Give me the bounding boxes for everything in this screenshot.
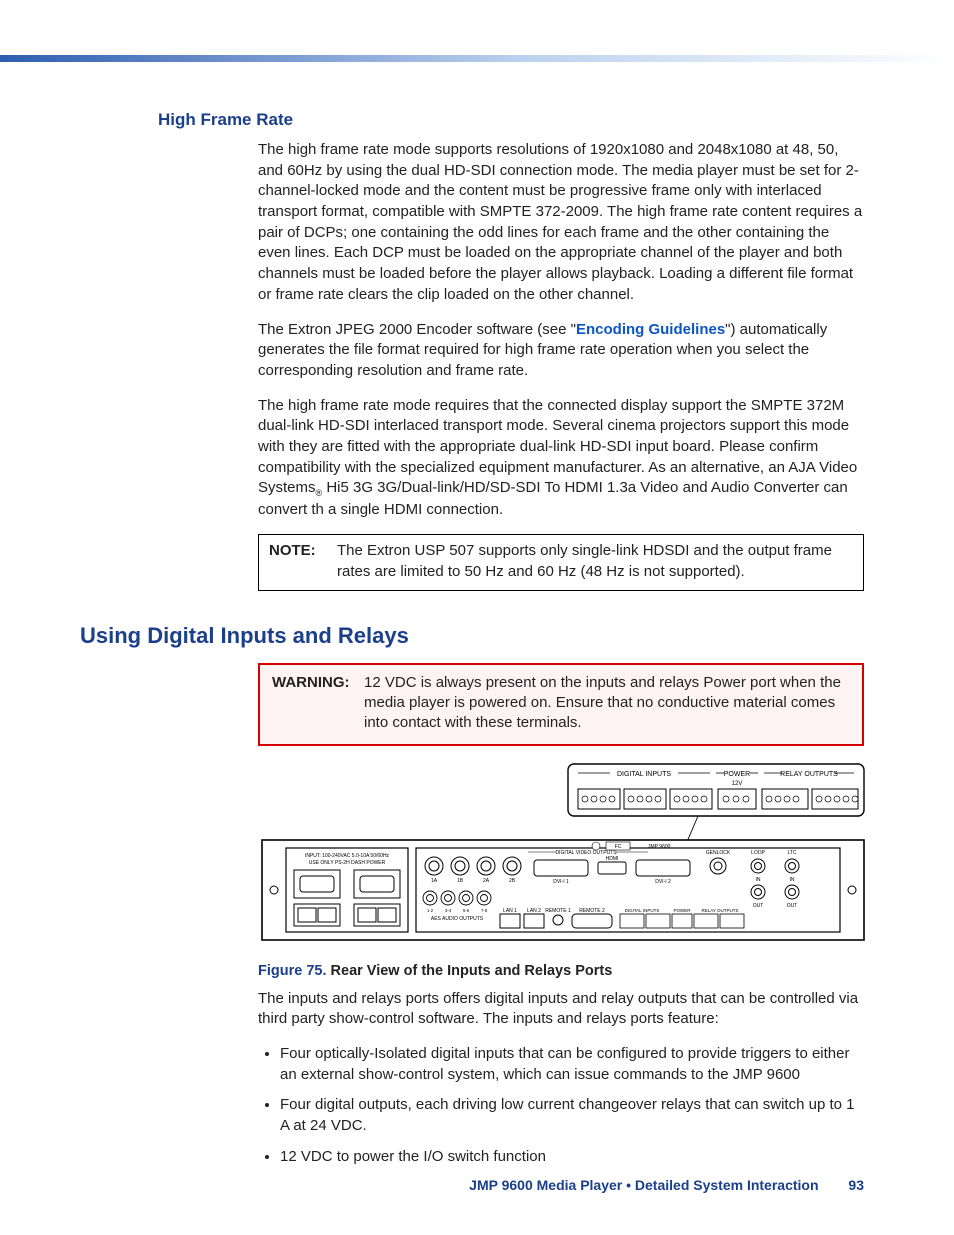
page-content: High Frame Rate The high frame rate mode…	[80, 55, 864, 1167]
label-out-2: OUT	[787, 903, 798, 909]
hfr-p3-b: Hi5 3G 3G/Dual-link/HD/SD-SDI To HDMI 1.…	[258, 479, 848, 517]
hfr-paragraph-1: The high frame rate mode supports resolu…	[258, 140, 864, 306]
label-brand: JMP 9600	[648, 844, 671, 850]
label-remote1: REMOTE 1	[545, 908, 571, 914]
heading-using-digital-inputs: Using Digital Inputs and Relays	[80, 623, 864, 649]
svg-text:RELAY OUTPUTS: RELAY OUTPUTS	[701, 908, 738, 913]
warning-label: WARNING:	[272, 673, 364, 734]
list-item: Four optically-Isolated digital inputs t…	[280, 1044, 864, 1085]
svg-text:DIGITAL INPUTS: DIGITAL INPUTS	[625, 908, 660, 913]
svg-text:7-8: 7-8	[481, 908, 488, 913]
label-dvi2: DVI-I 2	[655, 879, 671, 885]
figure-caption: Figure 75. Rear View of the Inputs and R…	[258, 963, 864, 979]
label-digital-inputs: DIGITAL INPUTS	[617, 771, 671, 778]
label-input-spec-1: INPUT: 100-240VAC 5.0-10A 50/60Hz	[305, 853, 390, 859]
label-relay-outputs: RELAY OUTPUTS	[780, 771, 838, 778]
hfr-paragraph-2: The Extron JPEG 2000 Encoder software (s…	[258, 320, 864, 382]
svg-text:3-4: 3-4	[445, 908, 452, 913]
page-number: 93	[848, 1177, 864, 1193]
label-ltc: LTC	[787, 850, 796, 856]
label-lan1: LAN 1	[503, 908, 517, 914]
rear-panel-diagram: DIGITAL INPUTS POWER 12V RELAY OUTPUTS	[258, 762, 868, 957]
hfr-paragraph-3: The high frame rate mode requires that t…	[258, 396, 864, 521]
label-12v: 12V	[732, 781, 743, 787]
label-remote2: REMOTE 2	[579, 908, 605, 914]
note-text: The Extron USP 507 supports only single-…	[337, 541, 853, 582]
warning-text: 12 VDC is always present on the inputs a…	[364, 673, 850, 734]
label-lan2: LAN 2	[527, 908, 541, 914]
note-label: NOTE:	[269, 541, 337, 582]
hfr-body: The high frame rate mode supports resolu…	[258, 140, 864, 520]
label-in-2: IN	[790, 877, 795, 883]
encoding-guidelines-link[interactable]: Encoding Guidelines	[576, 321, 725, 338]
footer-text: JMP 9600 Media Player • Detailed System …	[469, 1177, 818, 1193]
note-box: NOTE: The Extron USP 507 supports only s…	[258, 534, 864, 591]
warning-box: WARNING: 12 VDC is always present on the…	[258, 663, 864, 746]
label-dvi1: DVI-I 1	[553, 879, 569, 885]
label-sdi-1b: 1B	[457, 878, 464, 884]
list-item: Four digital outputs, each driving low c…	[280, 1095, 864, 1136]
page-footer: JMP 9600 Media Player • Detailed System …	[0, 1177, 864, 1193]
svg-text:FC: FC	[615, 844, 622, 850]
svg-text:5-6: 5-6	[463, 908, 470, 913]
label-out: OUT	[753, 903, 764, 909]
document-page: High Frame Rate The high frame rate mode…	[0, 0, 954, 1235]
relays-body: The inputs and relays ports offers digit…	[258, 989, 864, 1168]
figure-75: DIGITAL INPUTS POWER 12V RELAY OUTPUTS	[258, 762, 864, 979]
header-gradient-bar	[0, 55, 954, 62]
figure-number: Figure 75.	[258, 963, 331, 979]
hfr-p2-pre: The Extron JPEG 2000 Encoder software (s…	[258, 321, 576, 338]
label-loop: LOOP	[751, 850, 766, 856]
svg-text:1-2: 1-2	[427, 908, 434, 913]
svg-text:POWER: POWER	[673, 908, 691, 913]
label-genlock: GENLOCK	[706, 850, 731, 856]
relays-paragraph-1: The inputs and relays ports offers digit…	[258, 989, 864, 1030]
label-sdi-1a: 1A	[431, 878, 438, 884]
label-input-spec-2: USE ONLY PS-2H DASH POWER	[309, 860, 386, 866]
figure-title: Rear View of the Inputs and Relays Ports	[331, 963, 613, 979]
label-in: IN	[756, 877, 761, 883]
label-hdmi: HDMI	[606, 856, 619, 862]
label-aes-audio: AES AUDIO OUTPUTS	[431, 916, 484, 922]
label-sdi-2b: 2B	[509, 878, 516, 884]
label-power: POWER	[724, 771, 750, 778]
relays-bullets: Four optically-Isolated digital inputs t…	[258, 1044, 864, 1167]
heading-high-frame-rate: High Frame Rate	[158, 110, 864, 130]
label-sdi-2a: 2A	[483, 878, 490, 884]
list-item: 12 VDC to power the I/O switch function	[280, 1147, 864, 1168]
